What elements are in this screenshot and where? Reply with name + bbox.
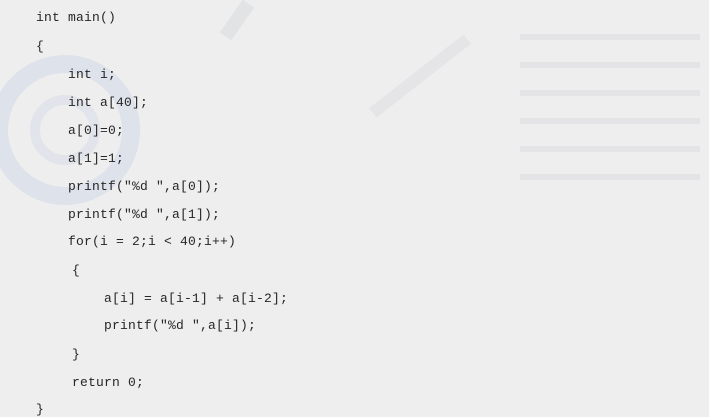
code-line: for(i = 2;i < 40;i++) (68, 234, 237, 249)
code-line: int i; (68, 67, 117, 82)
code-listing: int main() { int i; int a[40]; a[0]=0; a… (0, 0, 709, 417)
code-line: int a[40]; (68, 95, 149, 110)
code-page: int main() { int i; int a[40]; a[0]=0; a… (0, 0, 709, 417)
code-line: printf("%d ",a[i]); (104, 318, 257, 333)
code-line: int main() (36, 10, 117, 25)
code-line: { (36, 39, 45, 54)
code-line: printf("%d ",a[1]); (68, 207, 221, 222)
code-line: { (72, 263, 81, 278)
code-line: } (72, 347, 81, 362)
code-line: printf("%d ",a[0]); (68, 179, 221, 194)
code-line: a[1]=1; (68, 151, 125, 166)
code-line: } (36, 402, 45, 417)
code-line: a[i] = a[i-1] + a[i-2]; (104, 291, 289, 306)
code-line: return 0; (72, 375, 145, 390)
code-line: a[0]=0; (68, 123, 125, 138)
